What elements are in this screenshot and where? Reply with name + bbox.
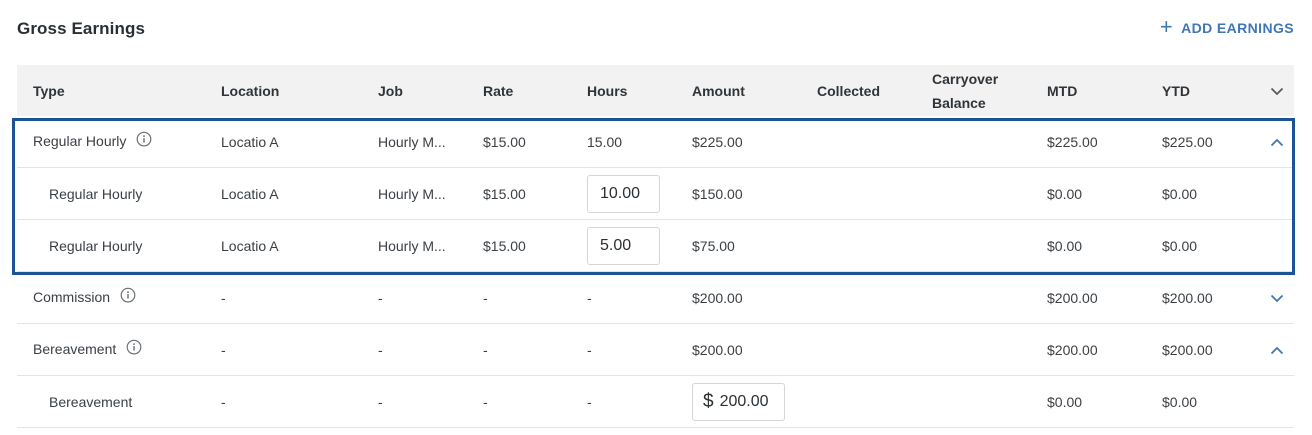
- row-amount: $225.00: [692, 133, 743, 150]
- hours-input[interactable]: 5.00: [587, 226, 660, 265]
- dollar-prefix: $: [703, 390, 714, 412]
- row-rate: -: [483, 393, 488, 410]
- earnings-table: Type Location Job Rate Hours Amount Coll…: [17, 65, 1294, 428]
- row-job: Hourly M...: [378, 133, 446, 150]
- info-icon[interactable]: [126, 339, 142, 358]
- col-ytd[interactable]: YTD: [1162, 79, 1190, 103]
- row-type: Bereavement: [33, 339, 142, 359]
- col-amount[interactable]: Amount: [692, 79, 745, 103]
- row-type: Regular Hourly: [33, 131, 152, 151]
- col-type[interactable]: Type: [33, 79, 65, 103]
- row-job: Hourly M...: [378, 185, 446, 202]
- row-ytd: $225.00: [1162, 133, 1213, 150]
- row-job: -: [378, 393, 383, 410]
- row-rate: -: [483, 289, 488, 306]
- row-job: -: [378, 289, 383, 306]
- add-earnings-button[interactable]: + ADD EARNINGS: [1159, 14, 1294, 39]
- section-title: Gross Earnings: [17, 19, 145, 38]
- table-row: Bereavement - - - - $200.00 $200.00 $200…: [17, 324, 1294, 376]
- row-mtd: $0.00: [1047, 237, 1083, 254]
- row-location: Locatio A: [221, 237, 279, 254]
- row-hours: 15.00: [587, 133, 623, 150]
- info-icon[interactable]: [136, 131, 152, 150]
- col-collected[interactable]: Collected: [817, 79, 880, 103]
- row-type: Commission: [33, 287, 136, 307]
- row-amount: $75.00: [692, 237, 735, 254]
- chevron-down-icon[interactable]: [1270, 83, 1284, 99]
- plus-icon: +: [1159, 14, 1174, 39]
- row-ytd: $0.00: [1162, 393, 1198, 410]
- table-header: Type Location Job Rate Hours Amount Coll…: [17, 65, 1294, 116]
- col-mtd[interactable]: MTD: [1047, 79, 1077, 103]
- row-rate: $15.00: [483, 133, 526, 150]
- row-mtd: $0.00: [1047, 393, 1083, 410]
- row-type: Regular Hourly: [49, 185, 143, 202]
- row-hours: -: [587, 393, 592, 410]
- row-ytd: $200.00: [1162, 289, 1213, 306]
- col-carryover-line2: Balance: [932, 94, 986, 111]
- row-mtd: $225.00: [1047, 133, 1098, 150]
- chevron-up-icon[interactable]: [1270, 134, 1284, 150]
- chevron-down-icon[interactable]: [1270, 290, 1284, 306]
- row-rate: -: [483, 341, 488, 358]
- chevron-up-icon[interactable]: [1270, 342, 1284, 358]
- col-hours[interactable]: Hours: [587, 79, 627, 103]
- row-mtd: $200.00: [1047, 289, 1098, 306]
- table-row: Regular Hourly Locatio A Hourly M... $15…: [17, 168, 1294, 220]
- row-rate: $15.00: [483, 237, 526, 254]
- row-location: Locatio A: [221, 185, 279, 202]
- info-icon[interactable]: [120, 287, 136, 306]
- row-location: Locatio A: [221, 133, 279, 150]
- row-amount: $200.00: [692, 289, 743, 306]
- row-mtd: $200.00: [1047, 341, 1098, 358]
- hours-input[interactable]: 10.00: [587, 174, 660, 213]
- col-carryover-balance[interactable]: Carryover Balance: [932, 67, 998, 115]
- table-row: Bereavement - - - - $ 200.00 $0.00 $0.00: [17, 376, 1294, 428]
- amount-input[interactable]: $ 200.00: [692, 382, 785, 421]
- row-location: -: [221, 289, 226, 306]
- row-job: -: [378, 341, 383, 358]
- row-mtd: $0.00: [1047, 185, 1083, 202]
- col-location[interactable]: Location: [221, 79, 279, 103]
- row-type: Regular Hourly: [49, 237, 143, 254]
- row-ytd: $0.00: [1162, 185, 1198, 202]
- row-ytd: $0.00: [1162, 237, 1198, 254]
- row-amount: $200.00: [692, 341, 743, 358]
- add-earnings-label: ADD EARNINGS: [1181, 20, 1294, 36]
- row-location: -: [221, 393, 226, 410]
- row-hours: -: [587, 289, 592, 306]
- row-amount: $150.00: [692, 185, 743, 202]
- row-ytd: $200.00: [1162, 341, 1213, 358]
- row-location: -: [221, 341, 226, 358]
- col-rate[interactable]: Rate: [483, 79, 513, 103]
- table-row: Regular Hourly Locatio A Hourly M... $15…: [17, 116, 1294, 168]
- col-job[interactable]: Job: [378, 79, 403, 103]
- row-type: Bereavement: [49, 393, 133, 410]
- table-row: Regular Hourly Locatio A Hourly M... $15…: [17, 220, 1294, 272]
- row-rate: $15.00: [483, 185, 526, 202]
- table-row: Commission - - - - $200.00 $200.00 $200.…: [17, 272, 1294, 324]
- row-job: Hourly M...: [378, 237, 446, 254]
- row-hours: -: [587, 341, 592, 358]
- col-carryover-line1: Carryover: [932, 70, 999, 87]
